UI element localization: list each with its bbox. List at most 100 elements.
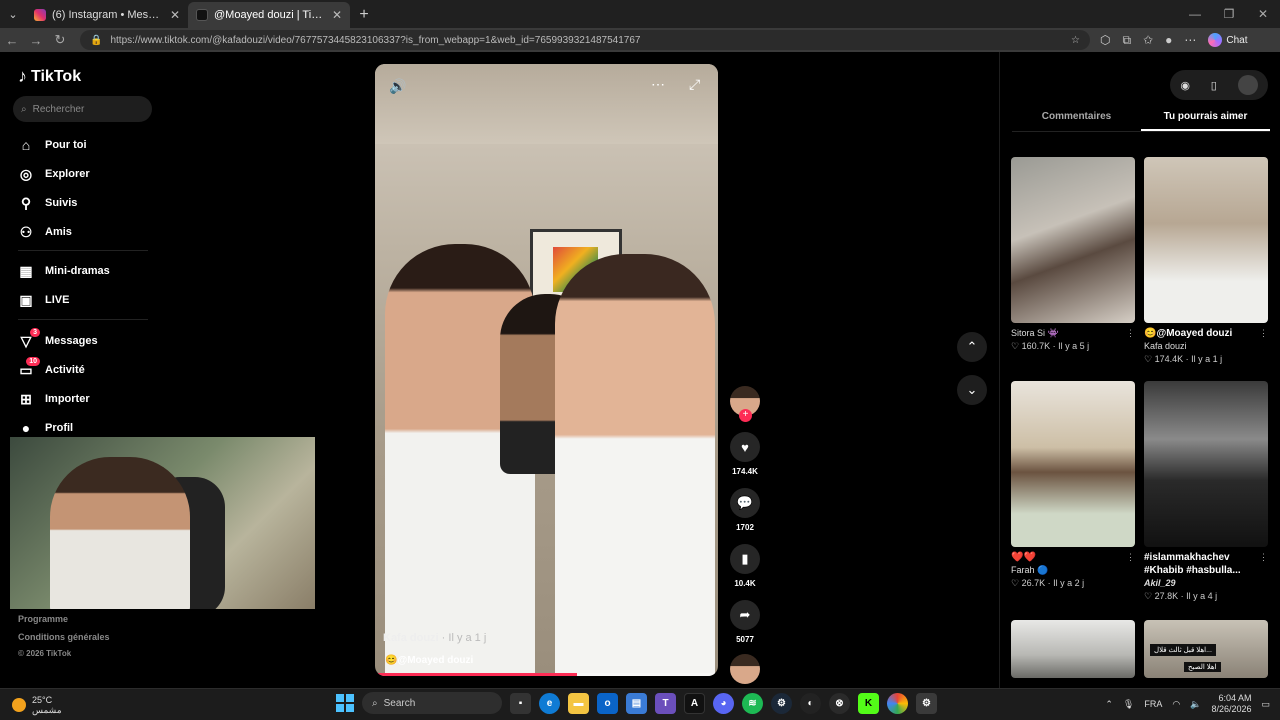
video-author[interactable]: Kafa douzi · Il y a 1 j <box>383 632 486 644</box>
chrome-icon[interactable] <box>887 692 908 714</box>
restore-icon[interactable]: ❐ <box>1212 0 1246 28</box>
close-tab-icon[interactable]: ✕ <box>332 8 342 22</box>
spotify-icon[interactable]: ≋ <box>742 692 763 714</box>
tab-comments[interactable]: Commentaires <box>1012 108 1141 131</box>
reload-icon[interactable]: ↻ <box>48 32 72 48</box>
split-screen-icon[interactable]: ⧉ <box>1122 33 1131 48</box>
tiktok-logo[interactable]: ♪ TikTok <box>18 66 81 87</box>
heart-icon[interactable]: ♥ <box>730 432 760 462</box>
share-icon[interactable]: ➦ <box>730 600 760 630</box>
footer-conditions[interactable]: Conditions générales <box>18 632 110 642</box>
card-author[interactable]: Sitora Si 👾 <box>1011 327 1135 340</box>
tab-instagram[interactable]: (6) Instagram • Messages ✕ <box>26 2 188 28</box>
like-action[interactable]: ♥ 174.4K <box>728 432 762 476</box>
tab-tiktok[interactable]: @Moayed douzi | TikTok ✕ <box>188 2 350 28</box>
notification-icon[interactable]: ▭ <box>1261 699 1270 710</box>
microphone-icon[interactable]: 🎙 <box>1123 699 1134 710</box>
card-author[interactable]: Akil_29 <box>1144 577 1268 590</box>
outlook-icon[interactable]: o <box>597 692 618 714</box>
url-field[interactable]: 🔒 https://www.tiktok.com/@kafadouzi/vide… <box>80 30 1090 50</box>
card-title[interactable]: #islammakhachev #Khabib #hasbulla... <box>1144 551 1268 577</box>
suggested-video-card[interactable]: ⋮ #islammakhachev #Khabib #hasbulla... A… <box>1144 381 1268 603</box>
device-icon[interactable]: ▯ <box>1211 79 1217 92</box>
more-icon[interactable]: ⋮ <box>1126 551 1135 564</box>
sidebar-item-pour-toi[interactable]: ⌂ Pour toi <box>18 137 87 153</box>
card-author[interactable]: Farah 🔵 <box>1011 564 1135 577</box>
suggested-video-card[interactable]: ⋮ ❤️❤️ Farah 🔵 ♡ 26.7K · Il y a 2 j <box>1011 381 1135 590</box>
copilot-chat-button[interactable]: Chat <box>1208 33 1248 47</box>
more-icon[interactable]: ⋯ <box>1184 33 1196 47</box>
close-window-icon[interactable]: ✕ <box>1246 0 1280 28</box>
next-video-button[interactable]: ⌄ <box>957 375 987 405</box>
language-indicator[interactable]: FRA <box>1144 699 1162 709</box>
suggested-video-card[interactable]: اهلا قبل ثالث قلال... اهلا الصبح <box>1144 620 1268 678</box>
card-author[interactable]: Kafa douzi <box>1144 340 1268 353</box>
creator-avatar[interactable]: + <box>730 386 760 422</box>
favorite-star-icon[interactable]: ☆ <box>1071 35 1080 46</box>
coins-icon[interactable]: ◉ <box>1180 79 1190 92</box>
comment-icon[interactable]: 💬 <box>730 488 760 518</box>
save-action[interactable]: ▮ 10.4K <box>728 544 762 588</box>
footer-programme[interactable]: Programme <box>18 614 68 624</box>
sidebar-item-suivis[interactable]: ⚲ Suivis <box>18 195 78 211</box>
sound-avatar[interactable] <box>730 654 760 684</box>
sidebar-item-amis[interactable]: ⚇ Amis <box>18 224 72 240</box>
kick-icon[interactable]: K <box>858 692 879 714</box>
sidebar-item-explorer[interactable]: ◎ Explorer <box>18 166 90 182</box>
volume-icon[interactable]: 🔈 <box>1190 699 1201 710</box>
follow-plus-icon[interactable]: + <box>739 409 752 422</box>
taskbar-search[interactable]: ⌕ Search <box>362 692 502 714</box>
clock[interactable]: 6:04 AM 8/26/2026 <box>1211 693 1251 715</box>
video-progress[interactable] <box>375 673 718 676</box>
chevron-up-icon[interactable]: ⌃ <box>1105 699 1113 710</box>
sidebar-item-mini-dramas[interactable]: ▦ Mini-dramas <box>18 263 109 279</box>
back-icon[interactable]: ← <box>0 33 24 48</box>
steam-icon[interactable]: ⚙ <box>771 692 792 714</box>
suggested-video-card[interactable]: ⋮ 😊@Moayed douzi Kafa douzi ♡ 174.4K · I… <box>1144 157 1268 366</box>
more-options-icon[interactable]: ⋯ <box>651 76 665 93</box>
tab-suggestions[interactable]: Tu pourrais aimer <box>1141 108 1270 131</box>
tab-actions-icon[interactable]: ⌄ <box>0 0 26 28</box>
bookmark-icon[interactable]: ▮ <box>730 544 760 574</box>
sidebar-item-importer[interactable]: ⊞ Importer <box>18 391 90 407</box>
suggested-video-card[interactable] <box>1011 620 1135 678</box>
favorites-icon[interactable]: ✩ <box>1143 33 1153 47</box>
video-player[interactable]: 🔊 ⋯ ⤢ Kafa douzi · Il y a 1 j 😊@Moayed d… <box>375 64 718 676</box>
card-title[interactable]: 😊@Moayed douzi <box>1144 327 1268 340</box>
sidebar-item-profil[interactable]: ● Profil <box>18 420 73 436</box>
sidebar-item-messages[interactable]: ▽ 3 Messages <box>18 328 98 349</box>
xbox-icon[interactable]: ⊗ <box>829 692 850 714</box>
new-tab-button[interactable]: + <box>350 2 378 28</box>
more-icon[interactable]: ⋮ <box>1259 327 1268 340</box>
obs-icon[interactable]: ◐ <box>800 692 821 714</box>
video-thumbnail[interactable]: اهلا قبل ثالث قلال... اهلا الصبح <box>1144 620 1268 678</box>
a-app-icon[interactable]: A <box>684 692 705 714</box>
file-explorer-icon[interactable]: ▬ <box>568 692 589 714</box>
fullscreen-icon[interactable]: ⤢ <box>689 76 700 93</box>
close-tab-icon[interactable]: ✕ <box>170 8 180 22</box>
profile-avatar-icon[interactable]: ● <box>1165 33 1172 47</box>
search-input[interactable]: ⌕ Rechercher <box>13 96 152 122</box>
user-avatar[interactable] <box>1237 75 1258 95</box>
suggested-video-card[interactable]: ⋮ Sitora Si 👾 ♡ 160.7K · Il y a 5 j <box>1011 157 1135 353</box>
video-thumbnail[interactable] <box>1144 157 1268 323</box>
extensions-icon[interactable]: ⬡ <box>1100 33 1110 47</box>
wifi-icon[interactable]: ◠ <box>1172 699 1180 710</box>
comment-action[interactable]: 💬 1702 <box>728 488 762 532</box>
task-view-icon[interactable]: ▪ <box>510 692 531 714</box>
settings-gear-icon[interactable]: ⚙ <box>916 692 937 714</box>
weather-widget[interactable]: 25°C مشمس <box>12 695 62 715</box>
volume-icon[interactable]: 🔊 <box>389 78 406 95</box>
edge-icon[interactable]: e <box>539 692 560 714</box>
video-thumbnail[interactable] <box>1011 381 1135 547</box>
windows-start-icon[interactable] <box>336 694 354 712</box>
discord-icon[interactable]: ◕ <box>713 692 734 714</box>
video-thumbnail[interactable] <box>1011 157 1135 323</box>
video-thumbnail[interactable] <box>1144 381 1268 547</box>
card-title[interactable]: ❤️❤️ <box>1011 551 1135 564</box>
more-icon[interactable]: ⋮ <box>1259 551 1268 564</box>
previous-video-button[interactable]: ⌃ <box>957 332 987 362</box>
store-icon[interactable]: ▤ <box>626 692 647 714</box>
forward-icon[interactable]: → <box>24 33 48 48</box>
sidebar-item-live[interactable]: ▣ LIVE <box>18 292 69 308</box>
